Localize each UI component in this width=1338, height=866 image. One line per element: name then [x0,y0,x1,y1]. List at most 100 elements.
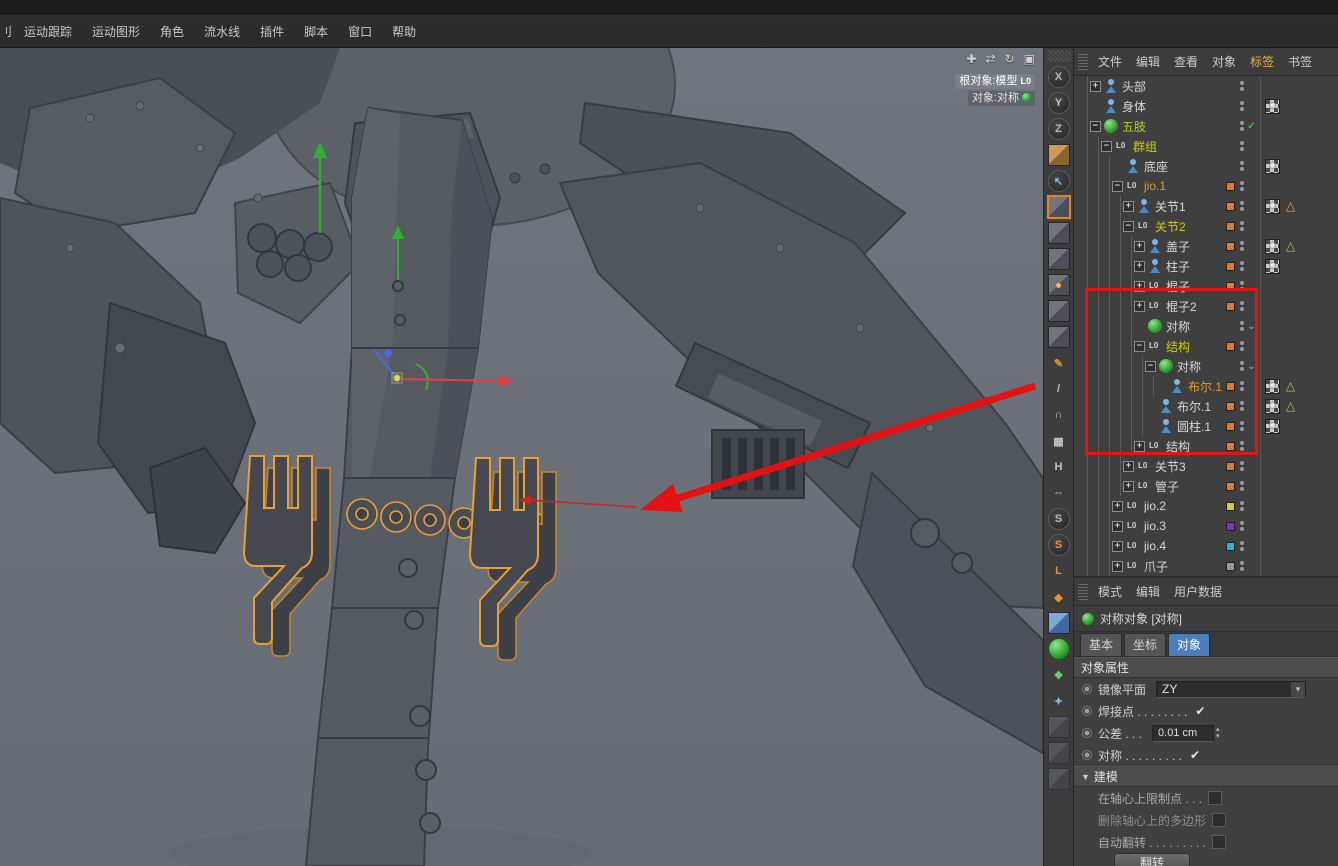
phong-tag-icon[interactable] [1283,199,1298,214]
visibility-dots-icon[interactable] [1237,541,1246,551]
tree-row[interactable]: 身体 [1074,96,1338,116]
object-mode-tool[interactable] [1047,248,1070,270]
visibility-dots-icon[interactable] [1237,201,1246,211]
model-mode-tool[interactable] [1046,195,1071,219]
anim-toggle-icon[interactable] [1082,750,1092,760]
tree-row[interactable]: + 棍子2 [1074,296,1338,316]
array-tool[interactable]: ▦ [1048,430,1070,452]
knife-tool[interactable]: / [1048,378,1070,400]
visibility-dots-icon[interactable] [1237,301,1246,311]
enabled-check-icon[interactable]: ✓ [1246,121,1257,132]
tree-row[interactable]: 圆柱.1 [1074,416,1338,436]
tolerance-stepper[interactable]: 0.01 cm ▴ ▾ [1152,724,1220,742]
viewport-dolly-icon[interactable]: ⇄ [986,52,996,66]
point-mode-tool[interactable] [1047,274,1070,296]
checkbox-unchecked[interactable] [1212,835,1227,849]
paint-tool[interactable]: ◆ [1048,586,1070,608]
visibility-dots-icon[interactable] [1237,381,1246,391]
cloner-tool[interactable]: ❖ [1048,664,1070,686]
menu-item[interactable]: 插件 [250,20,294,43]
layer-color-swatch[interactable] [1226,501,1235,511]
expander-icon[interactable]: + [1134,300,1145,312]
subdivision-tool[interactable]: H [1048,456,1070,478]
om-menu-item[interactable]: 对象 [1206,51,1242,72]
material-tag-icon[interactable] [1265,258,1280,274]
viewport-canvas[interactable] [0,48,1043,866]
auto-snap-tool[interactable]: S [1047,534,1070,556]
layer-color-swatch[interactable] [1226,142,1235,151]
visibility-dots-icon[interactable] [1237,561,1246,571]
menu-item[interactable]: 运动图形 [82,20,150,43]
visibility-dots-icon[interactable] [1237,421,1246,431]
om-menu-item[interactable]: 文件 [1092,51,1128,72]
flip-button[interactable]: 翻转 [1114,853,1190,866]
menu-item[interactable]: 角色 [150,20,194,43]
material-tag-icon[interactable] [1265,238,1280,254]
menu-item[interactable]: 帮助 [382,20,426,43]
material-tag-icon[interactable] [1265,98,1280,114]
tree-row[interactable]: + 盖子 [1074,236,1338,256]
expander-icon[interactable]: − [1134,340,1145,352]
layer-color-swatch[interactable] [1226,521,1235,531]
expander-icon[interactable]: + [1134,440,1145,452]
edge-mode-tool[interactable] [1047,300,1070,322]
layer-color-swatch[interactable] [1226,162,1235,171]
visibility-dots-icon[interactable] [1237,341,1246,351]
sphere-primitive-tool[interactable] [1047,638,1070,660]
toolbar-grip[interactable] [1046,50,1071,62]
layer-color-swatch[interactable] [1226,461,1235,471]
cube-primitive-tool[interactable] [1047,612,1070,634]
visibility-dots-icon[interactable] [1237,221,1246,231]
expander-icon[interactable]: − [1145,360,1156,372]
lock-y-tool[interactable]: Y [1047,92,1070,114]
axis-locate-tool[interactable]: L [1048,560,1070,582]
anim-toggle-icon[interactable] [1082,728,1092,738]
viewport-pan-icon[interactable]: ✚ [966,52,976,66]
mirror-tool[interactable]: ⇔ [1048,482,1070,504]
visibility-dots-icon[interactable] [1237,401,1246,411]
expander-icon[interactable]: + [1134,280,1145,292]
layer-color-swatch[interactable] [1226,421,1235,431]
visibility-dots-icon[interactable] [1237,501,1246,511]
polygon-pen-tool[interactable]: ✎ [1048,352,1070,374]
texture-mode-tool[interactable] [1047,222,1070,244]
material-tag-icon[interactable] [1265,398,1280,414]
am-menu-item[interactable]: 模式 [1092,581,1128,602]
collapse-triangle-icon[interactable]: ▼ [1081,772,1090,782]
layer-color-swatch[interactable] [1226,341,1235,351]
tree-row[interactable]: + jio.3 [1074,516,1338,536]
layer-color-swatch[interactable] [1226,362,1235,371]
layer-color-swatch[interactable] [1226,301,1235,311]
layer-color-swatch[interactable] [1226,381,1235,391]
viewport-maximize-icon[interactable]: ▣ [1024,52,1035,66]
visibility-dots-icon[interactable] [1237,321,1246,331]
visibility-dots-icon[interactable] [1237,181,1246,191]
visibility-dots-icon[interactable] [1237,521,1246,531]
section-modeling[interactable]: ▼ 建模 [1074,766,1338,787]
tree-row[interactable]: + 结构 [1074,436,1338,456]
tree-row[interactable]: − 群组 [1074,136,1338,156]
extra-tool-2[interactable] [1047,742,1070,764]
layer-color-swatch[interactable] [1226,201,1235,211]
am-menu-item[interactable]: 编辑 [1130,581,1166,602]
layer-color-swatch[interactable] [1226,221,1235,231]
om-menu-item[interactable]: 标签 [1244,51,1280,72]
tree-row[interactable]: 对称 ⌄ [1074,316,1338,336]
phong-tag-icon[interactable] [1283,239,1298,254]
menu-item[interactable]: 脚本 [294,20,338,43]
brush-tool[interactable]: ✦ [1048,690,1070,712]
expander-icon[interactable]: − [1112,180,1123,192]
expander-icon[interactable]: + [1112,560,1123,572]
mirror-plane-select[interactable]: ZY ▾ [1156,680,1307,698]
layer-color-swatch[interactable] [1226,122,1235,131]
layer-color-swatch[interactable] [1226,281,1235,291]
layer-color-swatch[interactable] [1226,261,1235,271]
menu-item-partial[interactable]: 刂 [0,20,14,43]
tree-row[interactable]: − 关节2 [1074,216,1338,236]
selection-cursor-tool[interactable]: ↖ [1047,170,1070,192]
layer-color-swatch[interactable] [1226,102,1235,111]
expander-icon[interactable]: + [1112,540,1123,552]
viewport-3d[interactable]: ✚ ⇄ ↻ ▣ 根对象:模型 L0 对象:对称 [0,48,1043,866]
visibility-dots-icon[interactable] [1237,481,1246,491]
lock-x-tool[interactable]: X [1047,66,1070,88]
